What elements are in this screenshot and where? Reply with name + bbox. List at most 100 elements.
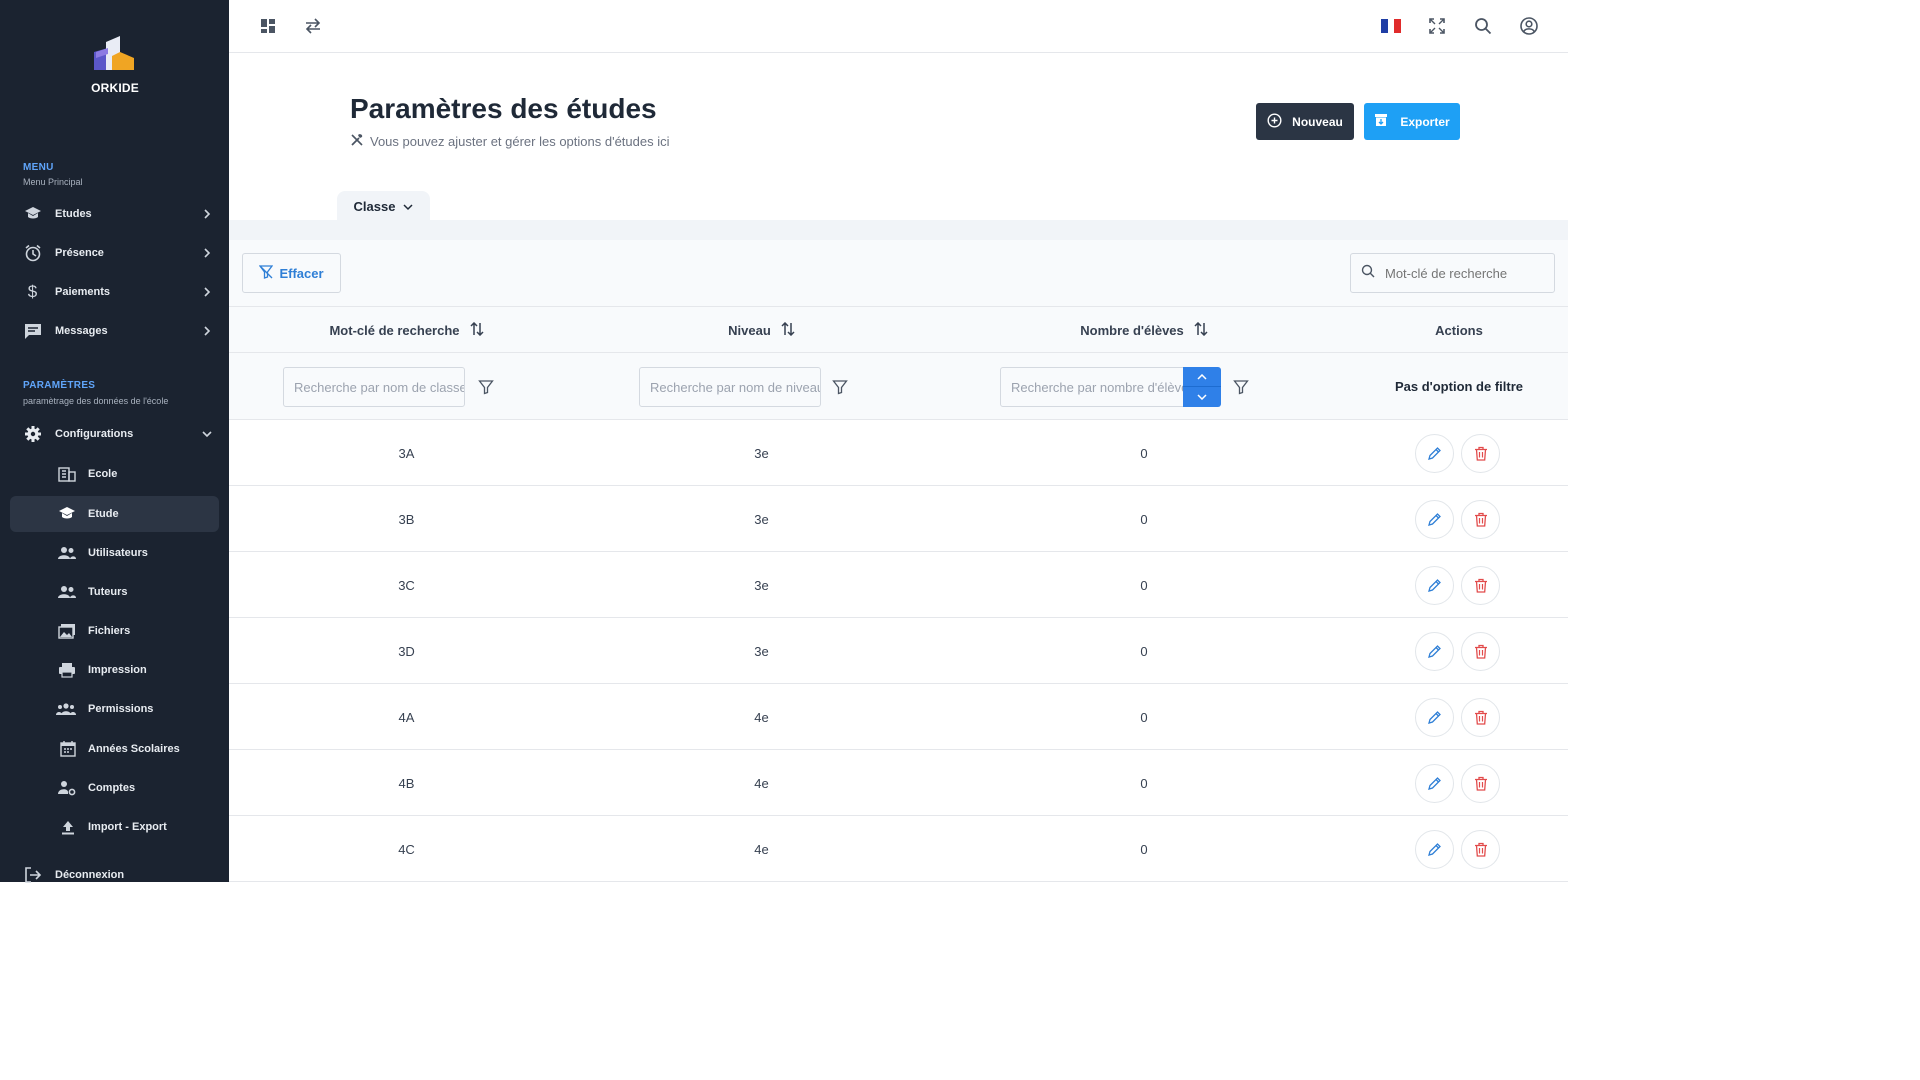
dashboard-icon[interactable] (257, 15, 279, 37)
chevron-right-icon (195, 248, 219, 258)
sidebar-item-logout[interactable]: Déconnexion (10, 857, 219, 893)
column-header-level[interactable]: Niveau (629, 307, 894, 353)
cell-level: 3e (754, 643, 769, 659)
delete-button[interactable] (1461, 500, 1500, 539)
cell-class-name: 3C (398, 577, 415, 593)
sidebar-subitem-label: Ecole (88, 468, 118, 480)
edit-button[interactable] (1415, 500, 1454, 539)
tools-icon (350, 133, 364, 150)
gear-icon (10, 425, 55, 443)
column-header-label: Niveau (728, 322, 771, 338)
sidebar-subitem-label: Import - Export (88, 821, 167, 833)
cell-level: 4e (754, 841, 769, 857)
count-filter-input[interactable]: Recherche par nombre d'élèves (1000, 367, 1184, 407)
sidebar-item-label: Présence (55, 247, 104, 259)
trash-icon (1474, 512, 1488, 527)
cell-class-name: 4C (398, 841, 415, 857)
users-icon (10, 546, 88, 560)
sort-icon[interactable] (469, 321, 484, 339)
sidebar-subitem-import-export[interactable]: Import - Export (10, 809, 219, 845)
sidebar-subitem-tuteurs[interactable]: Tuteurs (10, 574, 219, 610)
class-filter-input[interactable]: Recherche par nom de classe (283, 367, 465, 407)
column-header-label: Actions (1435, 322, 1483, 338)
table-header-row: Mot-clé de recherche Niveau Nombre d'élè… (229, 307, 1568, 353)
switch-arrows-icon[interactable] (302, 15, 324, 37)
edit-button[interactable] (1415, 566, 1454, 605)
filter-icon[interactable] (478, 379, 494, 395)
table-row: 4C 4e 0 (229, 816, 1568, 882)
chevron-right-icon (195, 209, 219, 219)
cell-student-count: 0 (1140, 445, 1148, 461)
cell-class-name: 4A (398, 709, 415, 725)
filter-icon[interactable] (832, 379, 848, 395)
user-circle-icon[interactable] (1518, 15, 1540, 37)
cell-student-count: 0 (1140, 577, 1148, 593)
page-title: Paramètres des études (350, 93, 657, 124)
table-search-input[interactable] (1385, 265, 1535, 281)
fullscreen-icon[interactable] (1426, 15, 1448, 37)
column-header-label: Mot-clé de recherche (329, 322, 460, 338)
edit-button[interactable] (1415, 830, 1454, 869)
table-row: 3D 3e 0 (229, 618, 1568, 684)
sort-icon[interactable] (781, 321, 795, 339)
delete-button[interactable] (1461, 698, 1500, 737)
clear-filters-label: Effacer (279, 265, 324, 281)
pencil-icon (1427, 644, 1442, 659)
brand-logo[interactable]: ORKIDE (84, 30, 146, 95)
sidebar-subitem-fichiers[interactable]: Fichiers (10, 613, 219, 649)
delete-button[interactable] (1461, 434, 1500, 473)
filter-icon[interactable] (1233, 379, 1249, 395)
logo-icon (94, 36, 134, 70)
cell-student-count: 0 (1140, 841, 1148, 857)
delete-button[interactable] (1461, 830, 1500, 869)
edit-button[interactable] (1415, 434, 1454, 473)
sidebar-subitem-permissions[interactable]: Permissions (10, 691, 219, 727)
cell-student-count: 0 (1140, 511, 1148, 527)
sidebar-subitem-impression[interactable]: Impression (10, 652, 219, 688)
search-icon[interactable] (1472, 15, 1494, 37)
sidebar-item-configurations[interactable]: Configurations (10, 416, 219, 452)
sidebar-subitem-comptes[interactable]: Comptes (10, 770, 219, 806)
sidebar-item-presence[interactable]: Présence (10, 235, 219, 271)
sidebar-item-etudes[interactable]: Etudes (10, 196, 219, 232)
level-filter-input[interactable]: Recherche par nom de niveau (639, 367, 821, 407)
tab-classe[interactable]: Classe (337, 191, 430, 221)
table-row: 4A 4e 0 (229, 684, 1568, 750)
pencil-icon (1427, 842, 1442, 857)
edit-button[interactable] (1415, 698, 1454, 737)
sidebar-subitem-annees-scolaires[interactable]: Années Scolaires (10, 731, 219, 767)
sidebar-subitem-utilisateurs[interactable]: Utilisateurs (10, 535, 219, 571)
column-header-keyword[interactable]: Mot-clé de recherche (269, 307, 544, 353)
table-row: 3C 3e 0 (229, 552, 1568, 618)
table-search[interactable] (1350, 253, 1555, 293)
new-button[interactable]: Nouveau (1256, 103, 1354, 140)
sidebar-item-label: Messages (55, 325, 108, 337)
edit-button[interactable] (1415, 764, 1454, 803)
sort-icon[interactable] (1194, 321, 1208, 339)
delete-button[interactable] (1461, 764, 1500, 803)
sidebar-subitem-ecole[interactable]: Ecole (10, 456, 219, 492)
brand-name: ORKIDE (91, 81, 139, 95)
cell-class-name: 3A (398, 445, 415, 461)
count-stepper[interactable] (1183, 367, 1221, 407)
export-button[interactable]: Exporter (1364, 103, 1460, 140)
delete-button[interactable] (1461, 566, 1500, 605)
sidebar-subitem-label: Impression (88, 664, 147, 676)
clear-filters-button[interactable]: Effacer (242, 253, 341, 293)
sidebar-subitem-etude[interactable]: Etude (10, 496, 219, 532)
column-header-label: Nombre d'élèves (1080, 322, 1184, 338)
column-header-student-count[interactable]: Nombre d'élèves (999, 307, 1289, 353)
sidebar-item-messages[interactable]: Messages (10, 313, 219, 349)
edit-button[interactable] (1415, 632, 1454, 671)
archive-icon (1374, 113, 1388, 130)
trash-icon (1474, 446, 1488, 461)
cell-class-name: 3B (398, 511, 415, 527)
french-flag-icon[interactable] (1380, 15, 1402, 37)
menu-section-subtitle: Menu Principal (23, 177, 83, 187)
chevron-up-icon[interactable] (1183, 367, 1221, 387)
users-icon (10, 585, 88, 599)
delete-button[interactable] (1461, 632, 1500, 671)
chevron-down-icon[interactable] (1183, 387, 1221, 407)
group-icon (10, 702, 88, 716)
sidebar-item-paiements[interactable]: $ Paiements (10, 274, 219, 310)
